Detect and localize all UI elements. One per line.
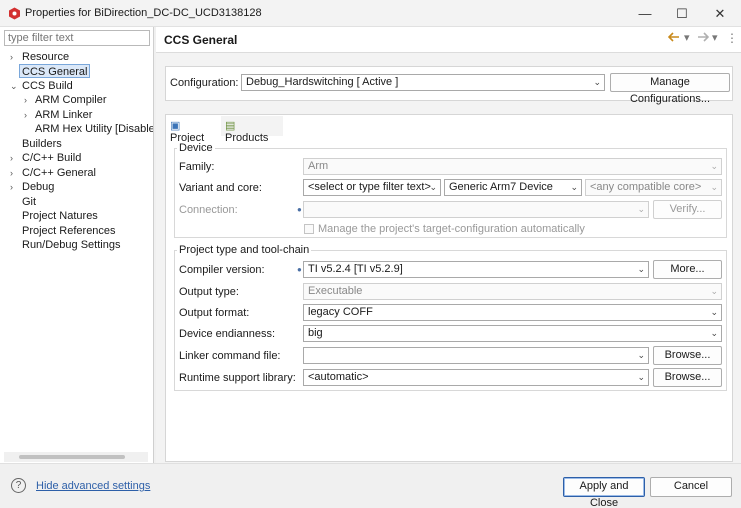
window-title: Properties for BiDirection_DC-DC_UCD3138… [25,7,262,19]
sidebar-item-run-debug-settings[interactable]: Run/Debug Settings [22,238,120,252]
view-menu-icon[interactable]: ⋮ [726,31,738,45]
info-icon: ● [297,265,302,274]
sidebar-item-debug[interactable]: Debug [22,180,54,194]
chevron-down-icon: ⌄ [710,307,718,317]
sidebar-item-cpp-general[interactable]: C/C++ General [22,166,96,180]
output-format-label: Output format: [179,307,250,319]
output-format-value: legacy COFF [308,306,373,318]
sidebar-item-resource[interactable]: Resource [22,50,69,64]
back-arrow-icon[interactable] [668,32,680,42]
chevron-down-icon: ⌄ [710,328,718,338]
help-icon[interactable]: ? [11,478,26,493]
device-group-title: Device [177,142,215,154]
tab-products[interactable]: ▤ Products [221,116,283,144]
horizontal-scrollbar-thumb[interactable] [19,455,125,459]
filter-input[interactable] [4,30,150,46]
configuration-value: Debug_Hardswitching [ Active ] [246,76,399,88]
chevron-right-icon[interactable]: › [10,50,18,64]
endianness-label: Device endianness: [179,328,276,340]
connection-label: Connection: [179,204,238,216]
apply-and-close-button[interactable]: Apply and Close [563,477,645,508]
chevron-right-icon[interactable]: › [10,151,18,165]
sidebar-item-cpp-build[interactable]: C/C++ Build [22,151,81,165]
products-icon: ▤ [225,120,236,132]
sidebar-item-builders[interactable]: Builders [22,137,62,151]
forward-arrow-icon[interactable] [697,32,709,42]
variant-select[interactable]: Generic Arm7 Device ⌄ [444,179,582,196]
linker-command-file-label: Linker command file: [179,350,281,362]
manage-target-config-checkbox[interactable] [304,224,314,234]
chevron-down-icon: ⌄ [429,182,437,192]
page-header [156,27,741,53]
output-format-select[interactable]: legacy COFF ⌄ [303,304,722,321]
manage-configurations-button[interactable]: Manage Configurations... [610,73,730,105]
family-select[interactable]: Arm ⌄ [303,158,722,175]
family-value: Arm [308,160,329,172]
info-icon: ● [297,205,302,214]
sidebar-item-arm-compiler[interactable]: ARM Compiler [35,93,107,107]
close-button[interactable]: ✕ [701,0,739,27]
output-type-select[interactable]: Executable ⌄ [303,283,722,300]
sidebar-item-arm-hex-utility[interactable]: ARM Hex Utility [Disable [35,122,153,136]
chevron-down-icon: ⌄ [570,182,578,192]
output-type-label: Output type: [179,286,239,298]
project-icon: ▣ [170,120,181,132]
chevron-down-icon: ⌄ [637,372,645,382]
runtime-library-select[interactable]: <automatic> ⌄ [303,369,649,386]
tab-project[interactable]: ▣ Project [166,116,219,144]
back-dropdown-icon[interactable]: ▾ [684,31,690,44]
sidebar-item-project-natures[interactable]: Project Natures [22,209,98,223]
manage-target-config-label: Manage the project's target-configuratio… [318,223,585,235]
sidebar-item-ccs-general[interactable]: CCS General [19,64,91,78]
app-icon [9,7,20,20]
chevron-right-icon[interactable]: › [10,166,18,180]
chevron-down-icon: ⌄ [710,286,718,296]
sidebar-item-git[interactable]: Git [22,195,36,209]
compiler-version-select[interactable]: TI v5.2.4 [TI v5.2.9] ⌄ [303,261,649,278]
configuration-label: Configuration: [170,77,239,89]
runtime-library-label: Runtime support library: [179,372,296,384]
connection-select[interactable]: ⌄ [303,201,649,218]
output-type-value: Executable [308,285,363,297]
verify-button[interactable]: Verify... [653,200,722,219]
chevron-down-icon: ⌄ [637,204,645,214]
page-title: CCS General [164,33,238,47]
chevron-right-icon[interactable]: › [24,108,32,122]
runtime-library-value: <automatic> [308,371,369,383]
toolchain-group-title: Project type and tool-chain [177,244,312,256]
chevron-down-icon[interactable]: ⌄ [10,79,18,93]
family-label: Family: [179,161,215,173]
maximize-button[interactable]: ☐ [663,0,701,27]
chevron-down-icon: ⌄ [637,264,645,274]
minimize-button[interactable]: — [626,0,664,27]
variant-filter-select[interactable]: <select or type filter text> ⌄ [303,179,441,196]
tab-products-label: Products [225,132,269,144]
core-select[interactable]: <any compatible core> ⌄ [585,179,722,196]
linker-browse-button[interactable]: Browse... [653,346,722,365]
cancel-button[interactable]: Cancel [650,477,732,497]
endianness-value: big [308,327,323,339]
chevron-down-icon: ⌄ [710,182,718,192]
configuration-select[interactable]: Debug_Hardswitching [ Active ] ⌄ [241,74,605,91]
chevron-down-icon: ⌄ [637,350,645,360]
chevron-down-icon: ⌄ [710,161,718,171]
chevron-right-icon[interactable]: › [10,180,18,194]
sidebar-item-project-references[interactable]: Project References [22,224,116,238]
hide-advanced-settings-link[interactable]: Hide advanced settings [36,480,150,492]
core-value: <any compatible core> [590,181,702,193]
endianness-select[interactable]: big ⌄ [303,325,722,342]
variant-value: Generic Arm7 Device [449,181,553,193]
sidebar-item-arm-linker[interactable]: ARM Linker [35,108,92,122]
more-button[interactable]: More... [653,260,722,279]
linker-command-file-select[interactable]: ⌄ [303,347,649,364]
forward-dropdown-icon[interactable]: ▾ [712,31,718,44]
sidebar-item-ccs-build[interactable]: CCS Build [22,79,73,93]
chevron-down-icon: ⌄ [593,77,601,87]
chevron-right-icon[interactable]: › [24,93,32,107]
variant-label: Variant and core: [179,182,262,194]
variant-filter-value: <select or type filter text> [308,181,431,193]
runtime-browse-button[interactable]: Browse... [653,368,722,387]
compiler-version-value: TI v5.2.4 [TI v5.2.9] [308,263,403,275]
compiler-version-label: Compiler version: [179,264,265,276]
